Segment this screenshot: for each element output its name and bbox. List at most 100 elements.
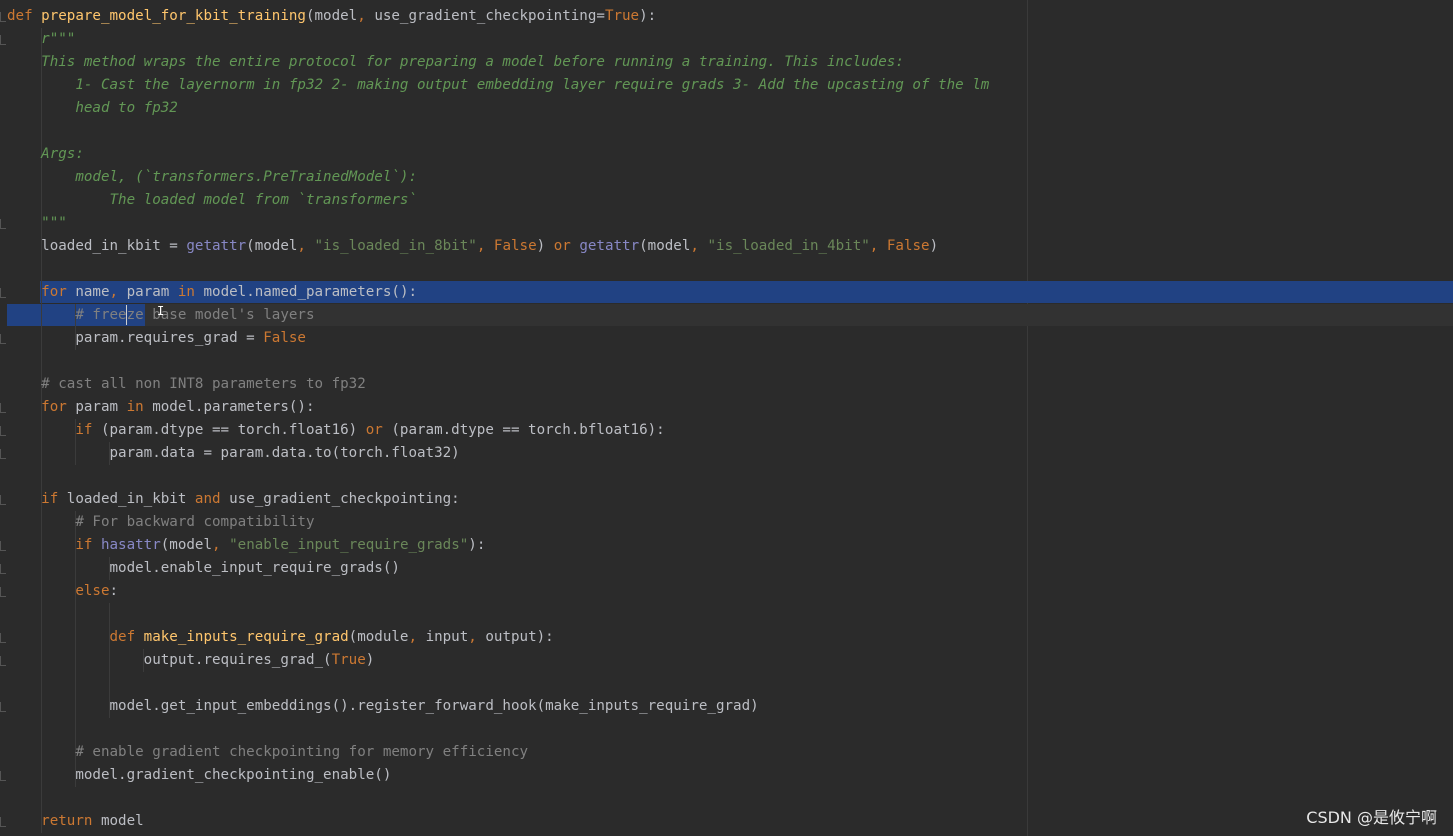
code-line[interactable]: loaded_in_kbit = getattr(model, "is_load… [7, 235, 938, 258]
fold-marker-icon[interactable] [0, 495, 6, 505]
code-token: (model [639, 238, 691, 254]
code-token: param [75, 399, 127, 415]
code-token: This method wraps the entire protocol fo… [7, 54, 904, 70]
code-token: getattr [186, 238, 247, 254]
code-token: (model [160, 537, 213, 553]
code-token: , [869, 238, 887, 254]
code-line[interactable]: # For backward compatibility [7, 511, 315, 534]
code-line[interactable]: return model [7, 810, 144, 833]
code-token: for [7, 399, 76, 415]
code-token: if [7, 422, 101, 438]
fold-marker-icon[interactable] [0, 633, 6, 643]
code-line[interactable]: def make_inputs_require_grad(module, inp… [7, 626, 554, 649]
code-token: return [7, 813, 101, 829]
code-token: or [553, 238, 580, 254]
code-token: , [408, 629, 426, 645]
code-token: , [468, 629, 486, 645]
fold-marker-icon[interactable] [0, 288, 6, 298]
code-token: True [604, 8, 640, 24]
code-token: Args: [7, 146, 84, 162]
code-line[interactable]: model.enable_input_require_grads() [7, 557, 399, 580]
fold-marker-icon[interactable] [0, 403, 6, 413]
watermark: CSDN @是攸宁啊 [1306, 808, 1437, 827]
code-token: name [75, 284, 110, 300]
code-token: for [7, 284, 76, 300]
code-line[interactable]: This method wraps the entire protocol fo… [7, 51, 904, 74]
fold-marker-icon[interactable] [0, 817, 6, 827]
code-token: # For backward compatibility [7, 514, 315, 530]
code-token: model [100, 813, 144, 829]
code-line[interactable]: if loaded_in_kbit and use_gradient_check… [7, 488, 460, 511]
fold-marker-icon[interactable] [0, 449, 6, 459]
code-line[interactable]: # enable gradient checkpointing for memo… [7, 741, 528, 764]
fold-marker-icon[interactable] [0, 334, 6, 344]
code-token: # cast all non INT8 parameters to fp32 [7, 376, 366, 392]
code-token: if [7, 537, 101, 553]
right-margin-guide [1027, 0, 1028, 836]
code-line[interactable]: param.requires_grad = False [7, 327, 306, 350]
code-token: output): [485, 629, 554, 645]
code-line[interactable]: else: [7, 580, 118, 603]
code-token: ) [365, 652, 375, 668]
fold-marker-icon[interactable] [0, 656, 6, 666]
code-line[interactable]: if (param.dtype == torch.float16) or (pa… [7, 419, 665, 442]
code-line[interactable]: def prepare_model_for_kbit_training(mode… [7, 5, 656, 28]
fold-marker-icon[interactable] [0, 587, 6, 597]
code-line[interactable]: r""" [7, 28, 75, 51]
fold-marker-icon[interactable] [0, 771, 6, 781]
code-token: loaded_in_kbit [66, 491, 195, 507]
code-token: , [357, 8, 375, 24]
code-token: False [493, 238, 537, 254]
code-line[interactable]: # cast all non INT8 parameters to fp32 [7, 373, 366, 396]
code-line[interactable]: Args: [7, 143, 84, 166]
code-line[interactable]: for param in model.parameters(): [7, 396, 314, 419]
fold-marker-icon[interactable] [0, 702, 6, 712]
fold-marker-icon[interactable] [0, 219, 6, 229]
code-token: (model [246, 238, 298, 254]
code-line[interactable]: """ [7, 212, 67, 235]
code-line[interactable]: output.requires_grad_(True) [7, 649, 375, 672]
code-token: , [690, 238, 708, 254]
code-token: model, (`transformers.PreTrainedModel`): [7, 169, 417, 185]
code-token: input [425, 629, 469, 645]
code-token: r""" [7, 31, 76, 47]
code-line[interactable]: model, (`transformers.PreTrainedModel`): [7, 166, 417, 189]
fold-marker-icon[interactable] [0, 12, 6, 22]
code-editor[interactable]: def prepare_model_for_kbit_training(mode… [0, 0, 1453, 836]
code-token: (module [348, 629, 409, 645]
code-line[interactable]: param.data = param.data.to(torch.float32… [7, 442, 460, 465]
code-token: , [109, 284, 127, 300]
code-line[interactable]: head to fp32 [7, 97, 178, 120]
code-line[interactable]: for name, param in model.named_parameter… [7, 281, 417, 304]
code-token: hasattr [100, 537, 161, 553]
code-token: or [365, 422, 392, 438]
editor-gutter[interactable] [0, 0, 6, 836]
code-token: (model [305, 8, 358, 24]
code-token: The loaded model from `transformers` [7, 192, 417, 208]
code-token: loaded_in_kbit = [7, 238, 187, 254]
code-token: ) [536, 238, 554, 254]
fold-marker-icon[interactable] [0, 35, 6, 45]
fold-marker-icon[interactable] [0, 564, 6, 574]
code-line[interactable]: The loaded model from `transformers` [7, 189, 417, 212]
code-token: True [331, 652, 366, 668]
code-line[interactable]: model.gradient_checkpointing_enable() [7, 764, 391, 787]
code-token: else [7, 583, 110, 599]
code-line[interactable]: model.get_input_embeddings().register_fo… [7, 695, 759, 718]
code-token: and [194, 491, 230, 507]
code-token: use_gradient_checkpointing= [374, 8, 605, 24]
code-line[interactable]: if hasattr(model, "enable_input_require_… [7, 534, 485, 557]
code-token: "enable_input_require_grads" [229, 537, 469, 553]
code-line[interactable]: 1- Cast the layernorm in fp32 2- making … [7, 74, 989, 97]
code-token: , [476, 238, 494, 254]
ibeam-cursor-icon: I [157, 304, 165, 318]
code-token: : [109, 583, 119, 599]
code-token: (param.dtype == torch.bfloat16): [391, 422, 665, 438]
code-token: param.data = param.data.to(torch.float32… [7, 445, 460, 461]
code-token: model.get_input_embeddings().register_fo… [7, 698, 759, 714]
code-token: False [263, 330, 306, 346]
fold-marker-icon[interactable] [0, 541, 6, 551]
fold-marker-icon[interactable] [0, 426, 6, 436]
code-token: in [126, 399, 153, 415]
code-token: model.named_parameters(): [203, 284, 418, 300]
